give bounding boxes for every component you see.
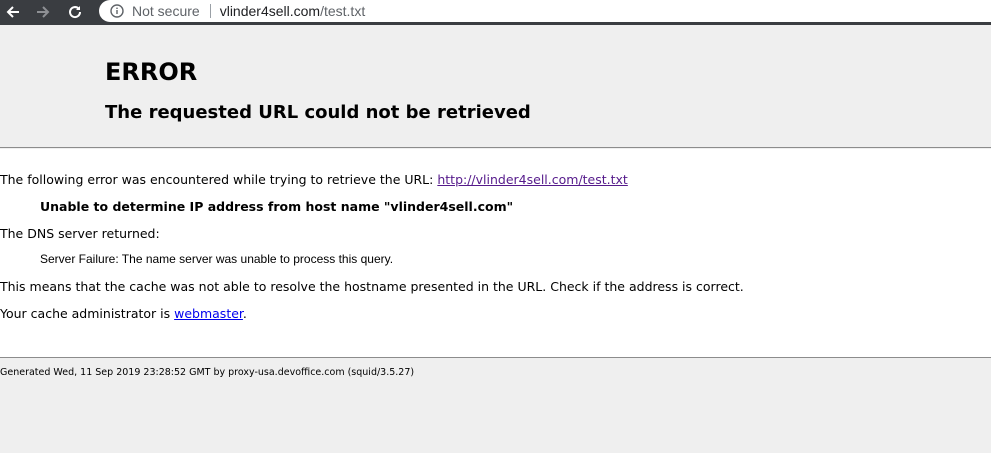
intro-text: The following error was encountered whil… [0,172,438,187]
reload-button[interactable] [63,0,87,24]
reload-icon [67,4,83,20]
error-header: ERROR The requested URL could not be ret… [0,25,991,148]
back-arrow-icon [5,4,21,20]
url-path[interactable]: /test.txt [320,3,365,19]
page-title: ERROR [105,58,198,86]
error-page: ERROR The requested URL could not be ret… [0,25,991,453]
address-bar[interactable]: Not secure vlinder4sell.com/test.txt [99,0,991,22]
security-label[interactable]: Not secure [132,3,200,19]
error-content: The following error was encountered whil… [0,149,991,358]
address-separator [209,4,211,18]
dns-label: The DNS server returned: [0,226,160,241]
info-icon[interactable] [110,4,124,18]
error-detail: Unable to determine IP address from host… [40,199,514,214]
back-button[interactable] [1,0,25,24]
admin-suffix: . [242,306,247,321]
requested-url-link[interactable]: http://vlinder4sell.com/test.txt [437,172,628,187]
explanation-text: This means that the cache was not able t… [0,279,744,294]
footer-generated: Generated Wed, 11 Sep 2019 23:28:52 GMT … [0,367,415,378]
admin-prefix: Your cache administrator is [0,306,175,321]
url-host[interactable]: vlinder4sell.com [220,3,320,19]
forward-button[interactable] [31,0,55,24]
intro-line: The following error was encountered whil… [0,172,628,187]
forward-arrow-icon [35,4,51,20]
webmaster-link[interactable]: webmaster [174,306,243,321]
page-subtitle: The requested URL could not be retrieved [105,102,531,123]
admin-line: Your cache administrator is webmaster. [0,306,247,321]
dns-message: Server Failure: The name server was unab… [40,252,394,266]
browser-toolbar: Not secure vlinder4sell.com/test.txt [0,0,991,25]
